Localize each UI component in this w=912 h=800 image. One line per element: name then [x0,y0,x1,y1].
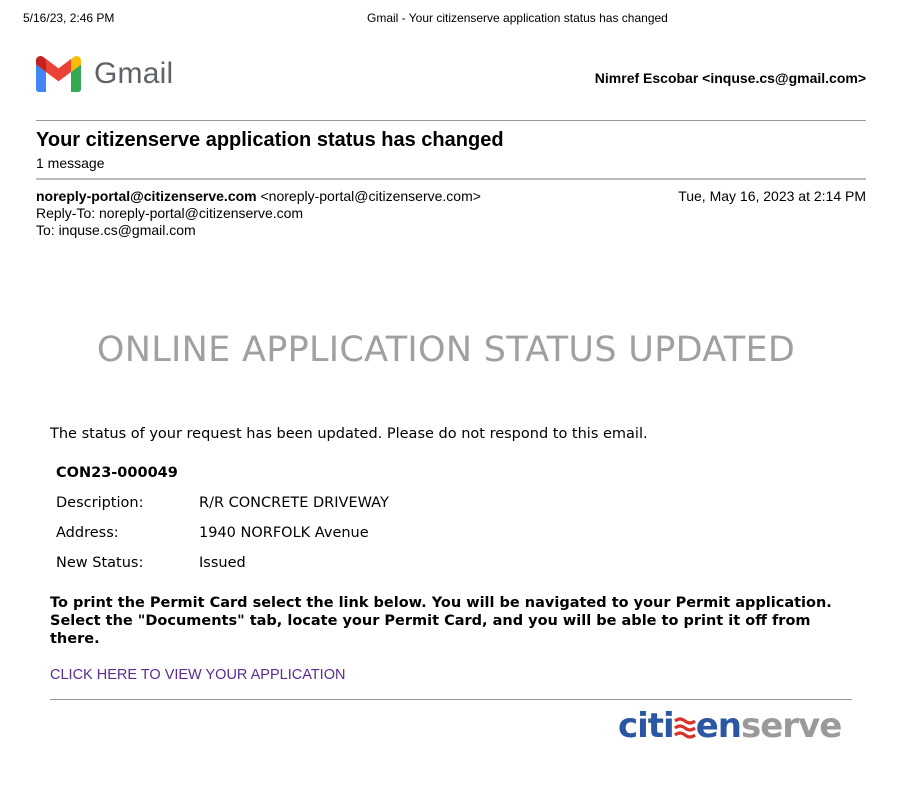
address-label: Address: [56,525,119,541]
brand-z-icon [673,717,696,739]
reply-to-line: Reply-To: noreply-portal@citizenserve.co… [36,205,304,221]
description-value: R/R CONCRETE DRIVEWAY [199,495,389,511]
brand-part-serve: serve [740,706,842,746]
message-meta: noreply-portal@citizenserve.com <noreply… [36,188,866,239]
brand-part-citi: citi [618,706,675,746]
sender-address: <noreply-portal@citizenserve.com> [260,188,481,204]
header-divider [36,120,866,121]
footer-divider [50,699,852,700]
address-value: 1940 NORFOLK Avenue [199,525,369,541]
status-banner: ONLINE APPLICATION STATUS UPDATED [96,330,796,370]
account-label: Nimref Escobar <inquse.cs@gmail.com> [594,70,866,86]
print-page-title: Gmail - Your citizenserve application st… [367,11,668,25]
subject-divider [36,178,866,180]
sender-name: noreply-portal@citizenserve.com [36,188,257,204]
thread-subject: Your citizenserve application status has… [36,129,504,151]
print-datetime: 5/16/23, 2:46 PM [23,11,115,25]
print-instructions: To print the Permit Card select the link… [50,595,832,647]
gmail-m-icon [36,56,81,92]
gmail-wordmark: Gmail [94,57,174,90]
gmail-logo: Gmail [36,56,173,92]
message-date: Tue, May 16, 2023 at 2:14 PM [678,188,866,204]
citizenserve-logo: citi enserve [618,706,842,746]
intro-text: The status of your request has been upda… [50,426,648,442]
message-count: 1 message [36,155,105,171]
brand-part-en: en [695,706,742,746]
status-label: New Status: [56,555,144,571]
description-label: Description: [56,495,144,511]
view-application-link[interactable]: CLICK HERE TO VIEW YOUR APPLICATION [50,667,345,683]
status-value: Issued [199,555,246,571]
to-line: To: inquse.cs@gmail.com [36,222,196,238]
permit-number: CON23-000049 [56,465,178,481]
gmail-header: Gmail Nimref Escobar <inquse.cs@gmail.co… [36,56,866,96]
